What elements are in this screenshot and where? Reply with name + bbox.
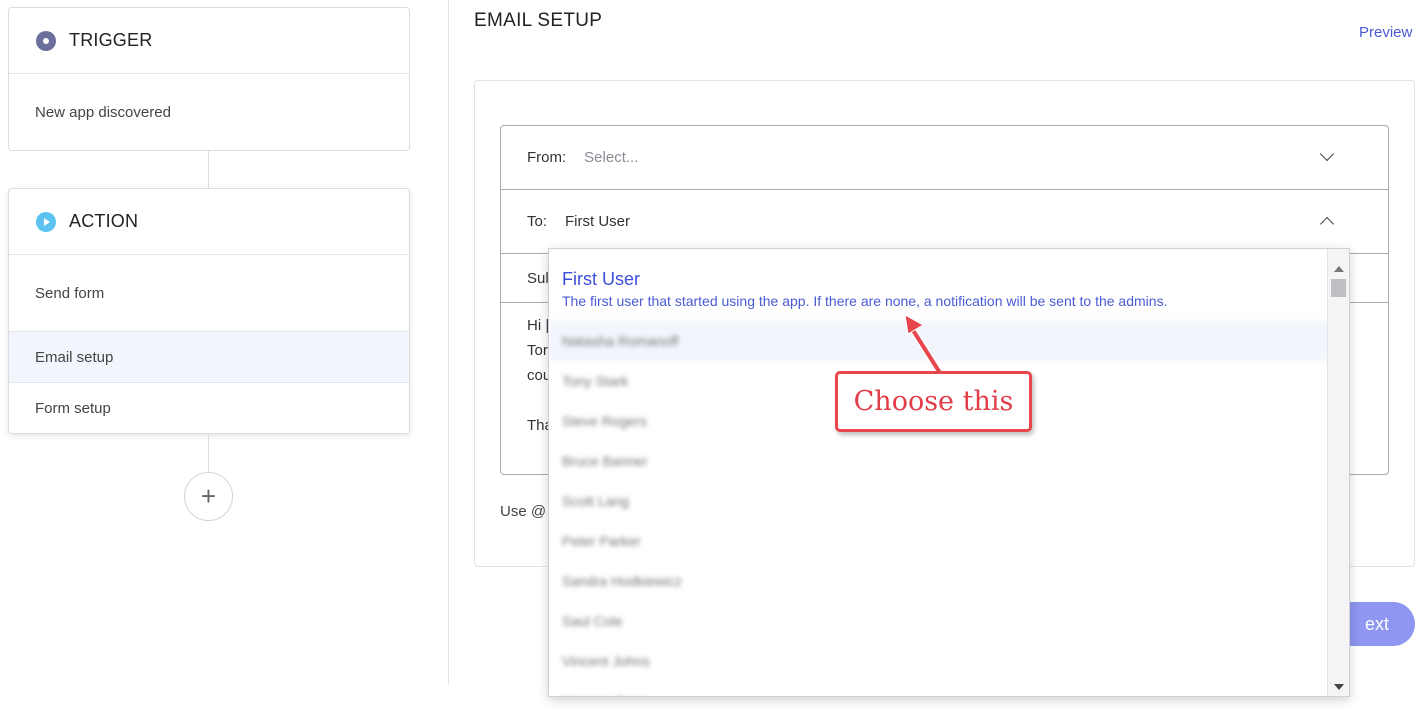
preview-link[interactable]: Preview — [1359, 24, 1412, 41]
mention-hint: Use @ — [500, 503, 547, 520]
from-field[interactable]: From: Select... — [501, 126, 1388, 190]
trigger-card[interactable]: TRIGGER New app discovered — [8, 7, 410, 151]
trigger-dot-icon — [36, 30, 56, 51]
list-item[interactable]: Saul Cole — [549, 601, 1328, 641]
action-header: ACTION — [9, 189, 409, 255]
trigger-item[interactable]: New app discovered — [9, 74, 409, 150]
list-item[interactable]: Harmon Dent — [549, 681, 1328, 696]
column-divider — [448, 0, 449, 684]
from-label: From: — [527, 149, 567, 166]
page-title: EMAIL SETUP — [474, 10, 603, 31]
to-select[interactable]: First User — [565, 213, 630, 230]
chevron-up-icon[interactable] — [1319, 216, 1335, 232]
scroll-down-arrow-icon[interactable] — [1334, 684, 1344, 690]
from-select[interactable]: Select... — [584, 149, 638, 166]
annotation-callout: Choose this — [835, 371, 1032, 432]
body-line[interactable]: Tor — [527, 342, 548, 359]
trigger-title: TRIGGER — [69, 30, 153, 50]
list-item[interactable]: Scott Lang — [549, 481, 1328, 521]
list-item[interactable]: Peter Parker — [549, 521, 1328, 561]
chevron-down-icon[interactable] — [1319, 146, 1335, 162]
subject-label: Sul — [527, 269, 549, 287]
action-item-email-setup[interactable]: Email setup — [9, 332, 409, 383]
play-icon — [36, 211, 56, 232]
action-item-form-setup[interactable]: Form setup — [9, 383, 409, 433]
list-item[interactable]: Sandra Hodkiewicz — [549, 561, 1328, 601]
connector-line — [208, 434, 209, 472]
action-title: ACTION — [69, 211, 139, 231]
scroll-up-arrow-icon[interactable] — [1334, 266, 1344, 272]
list-item[interactable]: Vincent Johns — [549, 641, 1328, 681]
action-item-send-form[interactable]: Send form — [9, 255, 409, 332]
list-item[interactable]: Bruce Banner — [549, 441, 1328, 481]
option-first-user-title: First User — [562, 269, 640, 289]
to-label: To: — [527, 213, 548, 230]
action-card[interactable]: ACTION Send form Email setup Form setup — [8, 188, 410, 434]
plus-icon: + — [200, 481, 217, 511]
dropdown-scrollbar[interactable] — [1327, 249, 1349, 696]
to-field[interactable]: To: First User — [501, 190, 1388, 254]
add-step-button[interactable]: + — [184, 472, 233, 521]
scrollbar-thumb[interactable] — [1331, 279, 1346, 297]
connector-line — [208, 151, 209, 188]
body-line[interactable]: Hi | — [527, 317, 549, 334]
trigger-header: TRIGGER — [9, 8, 409, 74]
next-label: ext — [1364, 613, 1389, 634]
